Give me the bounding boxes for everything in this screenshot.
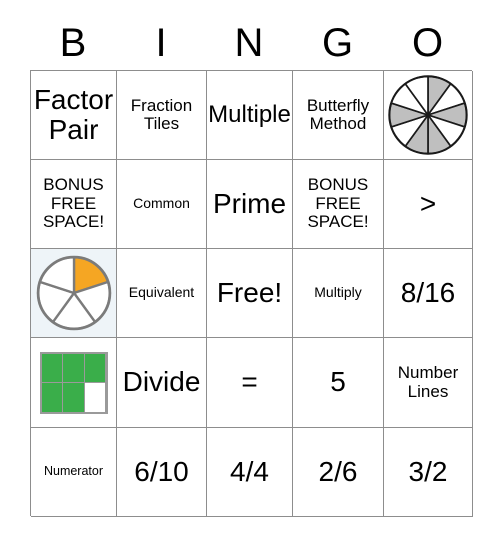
bingo-cell-label: 2/6 [318, 455, 358, 487]
bingo-cell-label: Numerator [43, 464, 104, 479]
fraction-square [63, 383, 84, 412]
bingo-cell-o3[interactable]: 8/16 [384, 249, 473, 338]
bingo-cell-b5[interactable]: Numerator [31, 428, 117, 517]
fraction-pie-tenths [388, 75, 468, 155]
bingo-cell-b4[interactable] [31, 338, 117, 428]
bingo-cell-label: 8/16 [400, 276, 456, 308]
bingo-header-letter-o: O [411, 21, 444, 65]
bingo-cell-i4[interactable]: Divide [117, 338, 207, 428]
bingo-cell-o4[interactable]: Number Lines [384, 338, 473, 428]
fraction-pie-fifths [36, 255, 111, 331]
bingo-cell-g3[interactable]: Multiply [293, 249, 384, 338]
bingo-cell-label: BONUS FREE SPACE! [42, 175, 105, 232]
bingo-cell-g4[interactable]: 5 [293, 338, 384, 428]
bingo-cell-b1[interactable]: Factor Pair [31, 71, 117, 160]
bingo-cell-label: Multiple [208, 101, 291, 129]
bingo-cell-b2[interactable]: BONUS FREE SPACE! [31, 160, 117, 249]
bingo-cell-label: BONUS FREE SPACE! [307, 175, 369, 232]
bingo-cell-o1[interactable] [384, 71, 473, 160]
bingo-cell-label: Butterfly Method [306, 95, 370, 133]
bingo-cell-n3[interactable]: Free! [207, 249, 293, 338]
bingo-cell-o5[interactable]: 3/2 [384, 428, 473, 517]
bingo-cell-label: Fraction Tiles [130, 95, 193, 133]
bingo-cell-label: Number Lines [397, 363, 459, 401]
fraction-square [41, 353, 63, 382]
bingo-cell-n2[interactable]: Prime [207, 160, 293, 249]
fraction-square [63, 353, 84, 382]
bingo-cell-n5[interactable]: 4/4 [207, 428, 293, 517]
bingo-cell-g1[interactable]: Butterfly Method [293, 71, 384, 160]
bingo-cell-n1[interactable]: Multiple [207, 71, 293, 160]
bingo-cell-i1[interactable]: Fraction Tiles [117, 71, 207, 160]
bingo-cell-label: Free! [216, 276, 283, 308]
fraction-square [84, 353, 106, 382]
bingo-header-row: BINGO [30, 16, 472, 70]
bingo-cell-i3[interactable]: Equivalent [117, 249, 207, 338]
bingo-header-letter-b: B [59, 21, 87, 65]
bingo-header-letter-i: I [155, 21, 167, 65]
bingo-cell-label: 6/10 [134, 455, 189, 487]
bingo-cell-g5[interactable]: 2/6 [293, 428, 384, 517]
bingo-cell-i5[interactable]: 6/10 [117, 428, 207, 517]
fraction-square [84, 383, 106, 412]
bingo-cell-o2[interactable]: > [384, 160, 473, 249]
bingo-cell-label: Equivalent [128, 284, 195, 301]
bingo-cell-label: 5 [330, 366, 346, 398]
bingo-cell-i2[interactable]: Common [117, 160, 207, 249]
bingo-cell-label: 4/4 [230, 455, 269, 487]
bingo-cell-label: 3/2 [408, 455, 448, 487]
bingo-cell-b3[interactable] [31, 249, 117, 338]
bingo-cell-g2[interactable]: BONUS FREE SPACE! [293, 160, 384, 249]
fraction-square [41, 383, 63, 412]
bingo-header-letter-g: G [321, 21, 354, 65]
bingo-card: B I N G O Factor Pair Fraction Tiles Multiple B… [0, 0, 500, 544]
bingo-cell-label: = [241, 366, 258, 398]
bingo-cell-label: Multiply [314, 284, 362, 301]
bingo-cell-label: Common [133, 195, 190, 212]
bingo-cell-n4[interactable]: = [207, 338, 293, 428]
bingo-cell-label: Factor Pair [33, 83, 114, 145]
bingo-cell-label: Divide [122, 366, 201, 398]
bingo-header-letter-n: N [234, 21, 264, 65]
fraction-squares-five-sixths [39, 351, 108, 414]
bingo-cell-label: Prime [212, 187, 287, 219]
bingo-grid: Factor Pair Fraction Tiles Multiple Butterf… [30, 70, 473, 517]
bingo-cell-label: > [419, 187, 437, 219]
